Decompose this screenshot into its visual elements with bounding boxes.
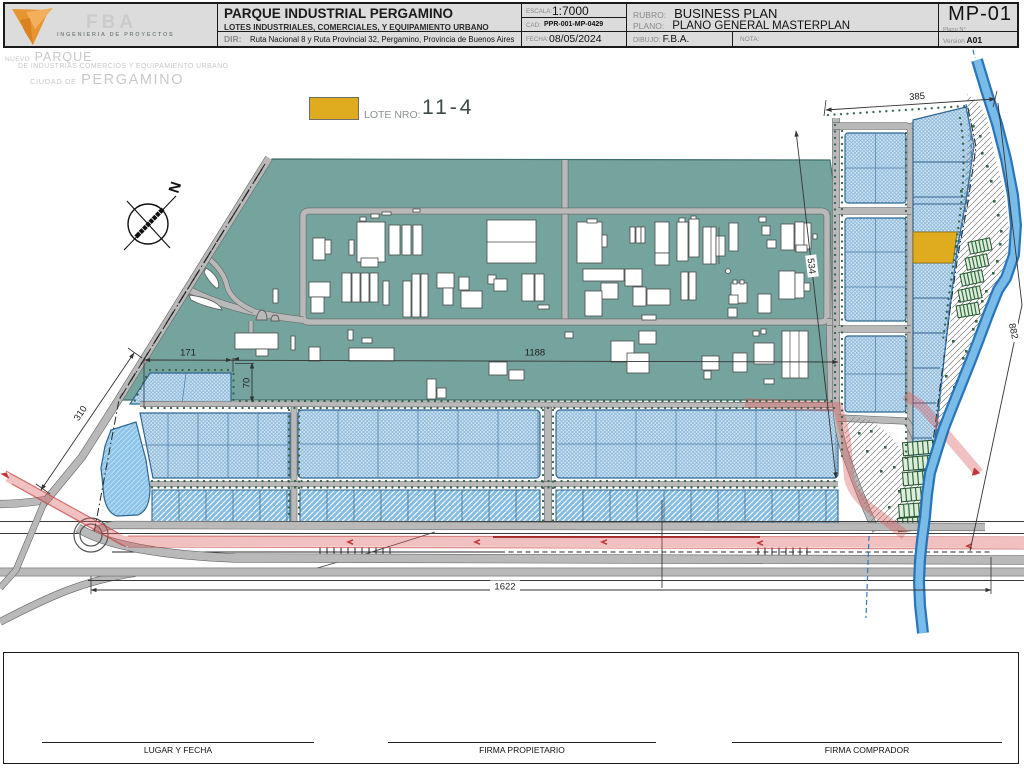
- wm-line2: DE INDUSTRIAS COMERCIOS Y EQUIPAMIENTO U…: [18, 63, 229, 70]
- legend-label: LOTE NRO:: [364, 109, 421, 121]
- industrial-zone: [119, 158, 839, 401]
- address-label: DIR:: [224, 34, 242, 44]
- nota-divider: [732, 32, 733, 46]
- logo-cell: FBA INGENIERIA DE PROYECTOS: [5, 4, 218, 46]
- dimension-label: 882: [1006, 319, 1022, 343]
- signature-buyer: FIRMA COMPRADOR: [732, 742, 1002, 755]
- svg-text:385: 385: [909, 91, 926, 103]
- address-value: Ruta Nacional 8 y Ruta Provincial 32, Pe…: [250, 35, 515, 44]
- wm-ciudad: CIUDAD DE: [30, 77, 77, 86]
- north-label: N: [166, 180, 186, 196]
- author-row: DIBUJO: F.B.A. NOTA:: [627, 31, 938, 46]
- rubro-value: BUSINESS PLAN: [674, 6, 778, 21]
- dimension-label: 171: [180, 348, 196, 359]
- legend-lot-number: 11-4: [422, 96, 475, 119]
- sheet-number-cell: MP-01 Plano N° Version A01: [939, 3, 1017, 46]
- svg-text:1622: 1622: [494, 582, 515, 593]
- project-title-cell: PARQUE INDUSTRIAL PERGAMINO LOTES INDUST…: [218, 4, 522, 46]
- version-value: A01: [966, 35, 983, 45]
- brand-watermark: FBA: [86, 12, 138, 33]
- masterplan-sheet: { "title_block": { "logo": { "brand": "F…: [0, 0, 1024, 768]
- wm-nuevo: NUEVO: [5, 56, 31, 63]
- dimension-label: 1188: [525, 348, 545, 359]
- highlighted-lot-11-4: [912, 231, 958, 264]
- legend-swatch: [309, 97, 359, 120]
- signature-owner: FIRMA PROPIETARIO: [388, 742, 656, 755]
- dimension-label: 1622: [490, 580, 520, 593]
- date-label: FECHA:: [526, 36, 549, 43]
- company-logo-icon: [12, 8, 53, 45]
- svg-text:1188: 1188: [525, 348, 545, 359]
- scale-cell: ESCALA: 1:7000 CAD: PPR-001-MP-0429 FECHA:…: [522, 4, 627, 46]
- cad-value: PPR-001-MP-0429: [544, 21, 604, 28]
- titleblock-row: FECHA: 08/05/2024: [522, 32, 626, 46]
- rubro-label: RUBRO:: [633, 10, 667, 20]
- signature-line: [732, 742, 1002, 743]
- plano-label: PLANO:: [633, 21, 665, 31]
- svg-text:534: 534: [805, 258, 818, 275]
- svg-text:70: 70: [242, 378, 253, 389]
- sheet-code: MP-01: [948, 3, 1012, 25]
- date-value: 08/05/2024: [549, 33, 602, 45]
- title-block: FBA INGENIERIA DE PROYECTOS PARQUE INDUS…: [3, 2, 1019, 48]
- signature-footer: LUGAR Y FECHA FIRMA PROPIETARIO FIRMA CO…: [3, 652, 1019, 764]
- plan-info-cell: RUBRO: BUSINESS PLAN PLANO: PLANO GENERAL …: [627, 4, 939, 46]
- road: [0, 495, 47, 509]
- dimension-label: 70: [242, 378, 253, 389]
- dibujo-value: F.B.A.: [662, 34, 690, 45]
- scale-label: ESCALA:: [526, 8, 553, 15]
- address-row: DIR: Ruta Nacional 8 y Ruta Provincial 3…: [218, 31, 521, 46]
- wm-pergamino: PERGAMINO: [81, 72, 185, 88]
- titleblock-row: ESCALA: 1:7000: [522, 4, 626, 18]
- signature-line: [42, 742, 314, 743]
- version-label: Version: [943, 38, 965, 45]
- project-title: PARQUE INDUSTRIAL PERGAMINO: [224, 6, 454, 21]
- signature-line: [388, 742, 656, 743]
- signature-place-date: LUGAR Y FECHA: [42, 742, 314, 755]
- lake: [100, 421, 151, 517]
- dibujo-label: DIBUJO:: [633, 37, 661, 44]
- titleblock-row: CAD: PPR-001-MP-0429: [522, 18, 626, 32]
- dimension-label: 385: [905, 89, 929, 103]
- signature-caption: FIRMA COMPRADOR: [824, 745, 910, 755]
- svg-text:882: 882: [1006, 322, 1020, 340]
- signature-caption: LUGAR Y FECHA: [143, 745, 213, 755]
- north-compass: N: [123, 180, 186, 251]
- version-row: Version A01: [939, 31, 1017, 46]
- road: [139, 401, 839, 408]
- svg-text:171: 171: [180, 348, 196, 359]
- scale-value: 1:7000: [552, 4, 589, 18]
- dimension-label: 310: [69, 400, 91, 426]
- nota-label: NOTA:: [740, 36, 760, 43]
- cad-label: CAD:: [526, 22, 541, 29]
- brand-tagline: INGENIERIA DE PROYECTOS: [57, 32, 175, 38]
- wm-parque: PARQUE: [34, 50, 93, 64]
- signature-caption: FIRMA PROPIETARIO: [479, 745, 565, 755]
